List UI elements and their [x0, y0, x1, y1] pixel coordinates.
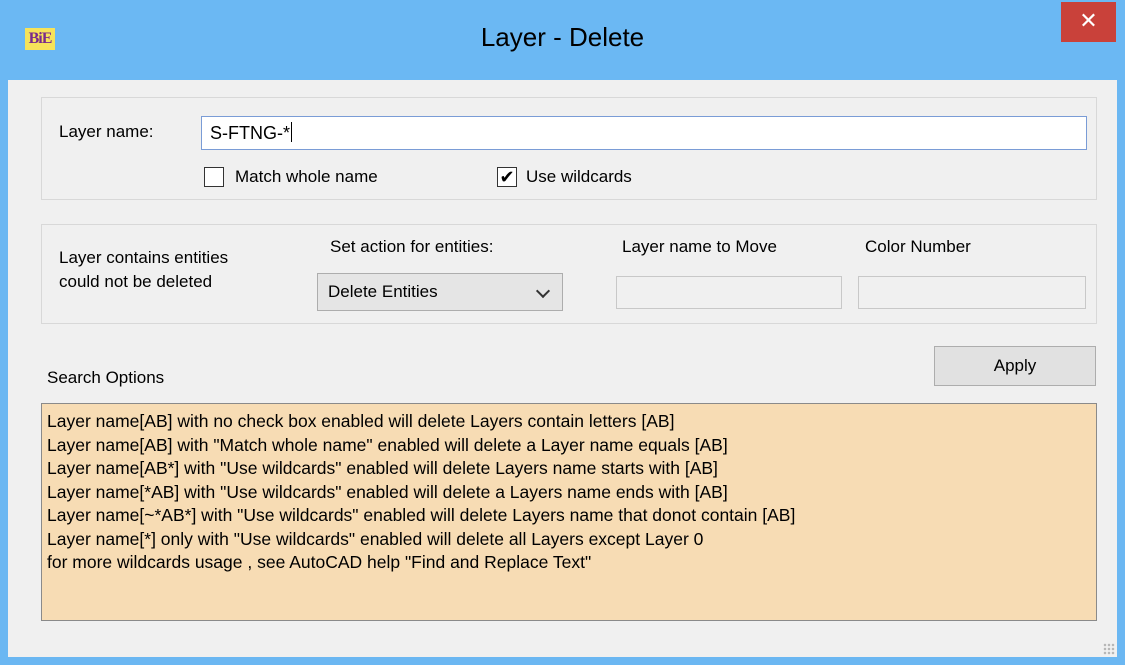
chevron-down-icon — [535, 283, 551, 299]
checkmark-icon: ✔ — [499, 167, 515, 187]
layer-name-group: Layer name: S-FTNG-* Match whole name ✔ … — [41, 97, 1097, 200]
move-layer-input[interactable] — [616, 276, 842, 309]
help-line: Layer name[AB] with no check box enabled… — [47, 411, 675, 431]
window-title: Layer - Delete — [480, 22, 645, 52]
help-line: Layer name[AB*] with "Use wildcards" ena… — [47, 458, 718, 478]
layer-name-label: Layer name: — [59, 122, 154, 141]
layer-name-value: S-FTNG-* — [210, 123, 290, 143]
apply-button[interactable]: Apply — [934, 346, 1096, 386]
help-line: Layer name[*] only with "Use wildcards" … — [47, 528, 704, 549]
action-selected-value: Delete Entities — [328, 282, 438, 301]
text-caret — [291, 122, 292, 142]
use-wildcards-checkbox[interactable]: ✔ — [497, 167, 517, 187]
move-layer-label: Layer name to Move — [622, 237, 777, 256]
entities-info-line1: Layer contains entities — [59, 248, 229, 267]
help-line: Layer name[~*AB*] with "Use wildcards" e… — [47, 505, 796, 525]
search-help-box: Layer name[AB] with no check box enabled… — [41, 403, 1097, 621]
use-wildcards-label[interactable]: Use wildcards — [526, 167, 632, 187]
close-button[interactable]: ✕ — [1061, 2, 1116, 42]
entities-info-line2: could not be deleted — [59, 272, 213, 291]
help-line: Layer name[*AB] with "Use wildcards" ena… — [47, 481, 728, 502]
help-line: Layer name[AB] with "Match whole name" e… — [47, 434, 728, 455]
help-line: for more wildcards usage , see AutoCAD h… — [47, 552, 592, 572]
action-select[interactable]: Delete Entities — [317, 273, 563, 311]
entities-group: Layer contains entities could not be del… — [41, 224, 1097, 324]
dialog-client-area: Layer name: S-FTNG-* Match whole name ✔ … — [8, 80, 1117, 657]
match-whole-name-checkbox[interactable] — [204, 167, 224, 187]
color-number-label: Color Number — [865, 237, 971, 256]
search-options-label: Search Options — [47, 368, 165, 387]
resize-grip-icon[interactable] — [1103, 643, 1115, 655]
dialog-window: BiE Layer - Delete ✕ Layer name: S-FTNG-… — [0, 0, 1125, 665]
action-label: Set action for entities: — [330, 237, 494, 256]
match-whole-name-label[interactable]: Match whole name — [235, 167, 378, 187]
color-number-input[interactable] — [858, 276, 1086, 309]
layer-name-input[interactable]: S-FTNG-* — [201, 116, 1087, 150]
title-bar[interactable]: BiE Layer - Delete ✕ — [0, 0, 1125, 80]
